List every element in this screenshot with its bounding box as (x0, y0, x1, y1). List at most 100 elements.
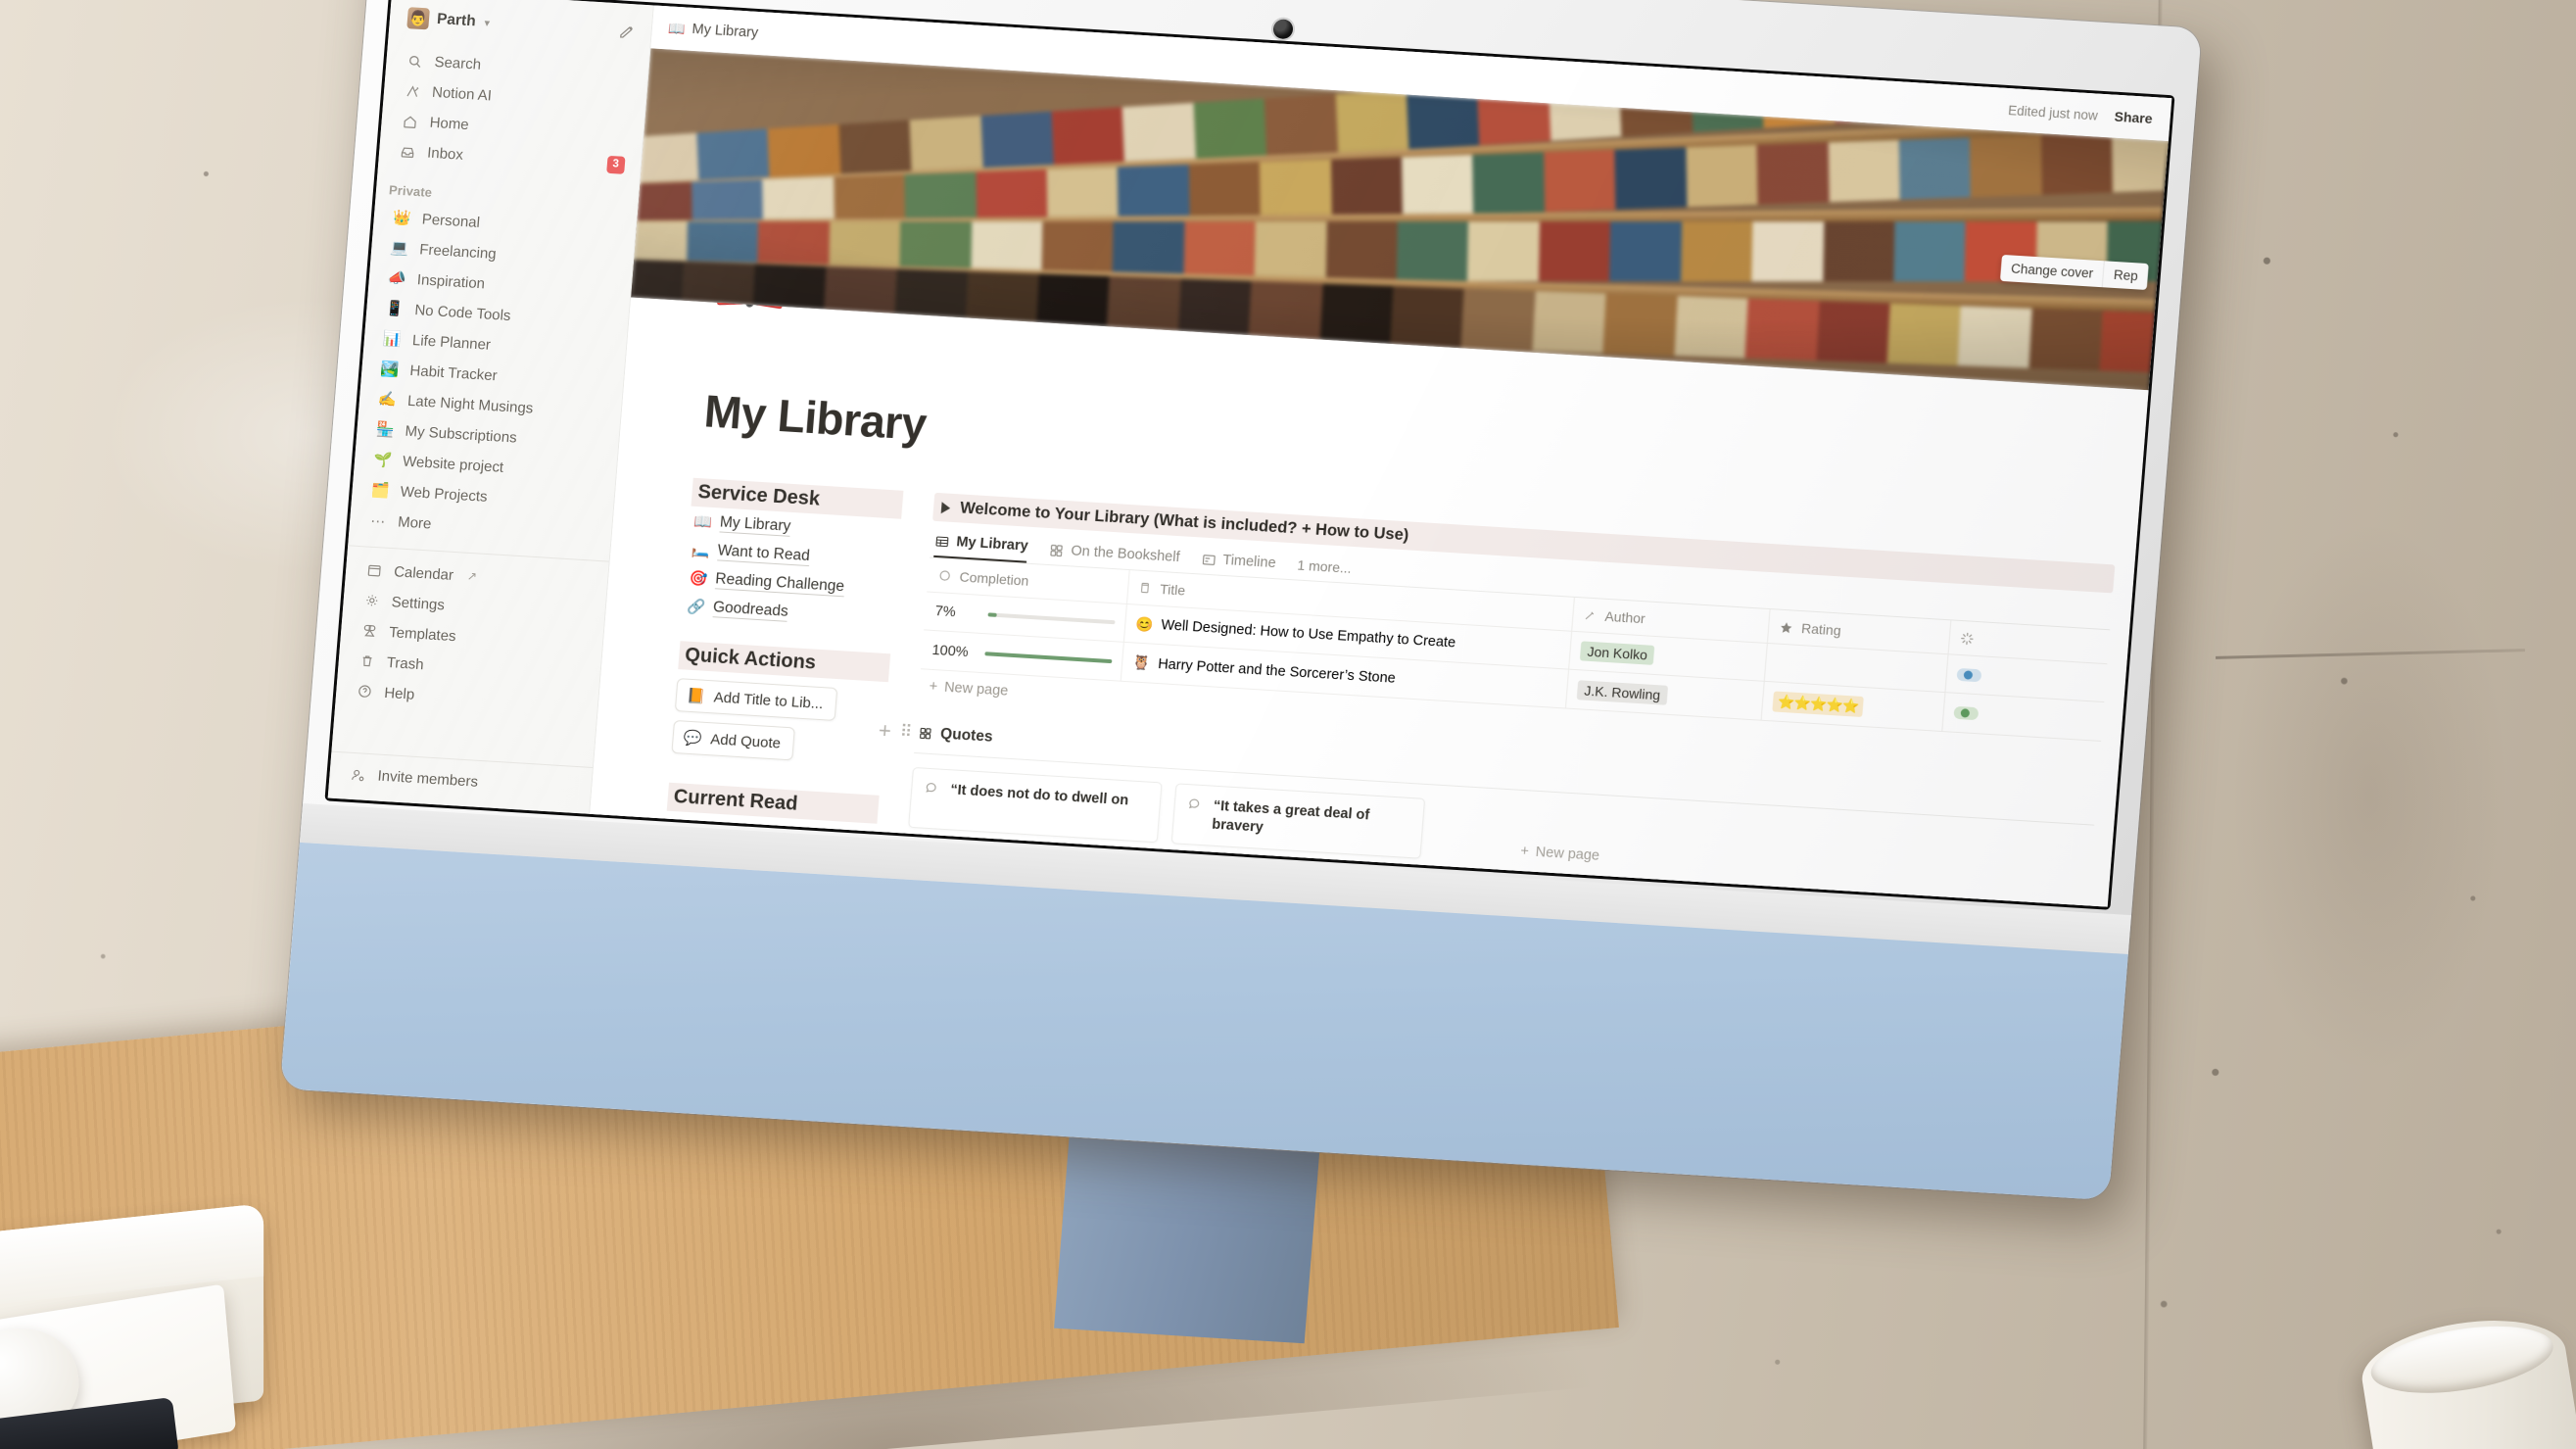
sidebar-item-label: No Code Tools (413, 301, 512, 324)
help-icon (355, 683, 374, 700)
invite-members-button[interactable]: Invite members (335, 759, 587, 802)
column-header-label: Completion (958, 568, 1029, 589)
landscape-emoji-icon: 🏞️ (380, 360, 401, 378)
comment-icon (924, 780, 942, 797)
laptop-emoji-icon: 💻 (389, 238, 409, 258)
plus-icon: + (928, 678, 938, 696)
breadcrumb[interactable]: 📖 My Library (667, 19, 759, 42)
quote-card[interactable]: “It takes a great deal of bravery (1170, 783, 1426, 859)
link-emoji-icon: 🔗 (686, 598, 706, 616)
sidebar-item-label: Personal (421, 210, 481, 231)
title-emoji-icon: 😊 (1134, 616, 1155, 634)
workspace-switcher[interactable]: 👨 Parth ▾ (395, 1, 646, 47)
imac-computer: 👨 Parth ▾ Search Notion AI Home Inbox 3 … (279, 0, 2203, 1344)
breadcrumb-label: My Library (691, 21, 759, 41)
seedling-emoji-icon: 🌱 (372, 451, 393, 469)
quote-text: “It does not do to dwell on (949, 782, 1129, 809)
sidebar-item-label: Notion AI (431, 83, 493, 105)
writing-hand-emoji-icon: ✍️ (377, 390, 398, 409)
author-tag: Jon Kolko (1579, 641, 1655, 665)
bed-emoji-icon: 🛏️ (691, 541, 711, 559)
button-label: Add Quote (709, 730, 782, 752)
username: Parth (436, 10, 477, 30)
sidebar-item-label: Home (429, 114, 470, 134)
progress-icon (937, 568, 952, 583)
sidebar-item-label: Web Projects (400, 483, 489, 506)
crown-emoji-icon: 👑 (392, 209, 412, 227)
calendar-icon (364, 561, 384, 578)
imac-body: 👨 Parth ▾ Search Notion AI Home Inbox 3 … (279, 0, 2203, 1201)
timeline-view-icon (1201, 552, 1216, 567)
share-button[interactable]: Share (2114, 109, 2153, 126)
title-text: Harry Potter and the Sorcerer’s Stone (1157, 655, 1397, 687)
sidebar-item-label: Website project (402, 453, 504, 476)
webcam (1272, 19, 1294, 40)
star-icon (1779, 619, 1794, 635)
chart-emoji-icon: 📊 (382, 329, 403, 348)
sidebar-item-label: Templates (388, 623, 457, 645)
quotes-title[interactable]: Quotes (918, 724, 993, 747)
store-emoji-icon: 🏪 (375, 420, 396, 439)
plus-icon[interactable]: + (878, 718, 892, 745)
button-label: Add Title to Lib... (713, 688, 824, 712)
sidebar-item-label: Calendar (393, 562, 454, 584)
speech-balloon-emoji-icon: 💬 (683, 729, 703, 748)
cell-status[interactable] (1942, 693, 2063, 738)
plus-icon: + (1519, 843, 1530, 860)
title-text: Well Designed: How to Use Empathy to Cre… (1160, 617, 1456, 652)
link-label: Goodreads (712, 599, 789, 622)
progress-bar (984, 651, 1113, 663)
new-page-label: New page (1535, 844, 1600, 864)
cell-status[interactable] (1945, 654, 2066, 699)
left-column: Service Desk 📖 My Library 🛏️ Want to Rea… (666, 477, 904, 826)
sidebar-item-label: Inbox (426, 144, 464, 165)
compose-icon[interactable] (618, 23, 636, 40)
imac-stand (1054, 1133, 1320, 1344)
author-tag: J.K. Rowling (1576, 679, 1668, 705)
orange-book-emoji-icon: 📙 (686, 687, 706, 705)
drag-handle-icon[interactable]: ⠿ (899, 722, 911, 743)
completion-value: 7% (934, 604, 957, 621)
home-icon (400, 113, 419, 129)
right-column: Welcome to Your Library (What is include… (878, 492, 2116, 899)
new-page-label: New page (943, 679, 1009, 700)
reposition-button[interactable]: Rep (2101, 261, 2149, 290)
sidebar-item-label: Habit Tracker (408, 362, 499, 384)
sidebar-item-label: Trash (386, 653, 425, 673)
sidebar-item-label: Help (383, 684, 415, 703)
column-header-label: Author (1603, 607, 1646, 627)
triangle-right-icon (940, 501, 951, 514)
gallery-view-icon (1049, 543, 1065, 558)
link-label: My Library (719, 513, 791, 537)
tab-timeline[interactable]: Timeline (1200, 552, 1276, 579)
column-header-label: Title (1159, 581, 1186, 599)
tab-label: On the Bookshelf (1070, 543, 1181, 566)
more-views-button[interactable]: 1 more... (1296, 557, 1352, 583)
search-icon (405, 53, 424, 70)
phone-emoji-icon: 📱 (385, 299, 405, 317)
loading-icon (1959, 630, 1975, 646)
status-badge (1956, 667, 1982, 682)
quote-card[interactable]: “It does not do to dwell on (908, 766, 1163, 843)
sidebar-item-label: Late Night Musings (406, 392, 534, 417)
inbox-badge: 3 (605, 155, 626, 174)
desk-scene: 👨 Parth ▾ Search Notion AI Home Inbox 3 … (0, 0, 2576, 1449)
ellipsis-icon: ⋯ (369, 512, 386, 531)
chevron-down-icon: ▾ (484, 17, 491, 29)
quotes-heading: Quotes (939, 725, 994, 746)
progress-bar (987, 612, 1116, 625)
status-badge (1953, 705, 1980, 721)
topbar-actions: Edited just now Share (2008, 102, 2153, 126)
completion-value: 100% (930, 642, 970, 660)
add-title-to-library-button[interactable]: 📙 Add Title to Lib... (674, 678, 838, 722)
link-label: Want to Read (716, 542, 811, 567)
screen: 👨 Parth ▾ Search Notion AI Home Inbox 3 … (327, 0, 2172, 907)
comment-icon (1186, 796, 1205, 812)
tab-label: My Library (955, 534, 1029, 555)
sidebar-item-label: Search (433, 53, 482, 73)
trash-icon (357, 652, 376, 669)
quotes-new-page-button[interactable]: + New page (1434, 799, 1688, 875)
book-icon: 📖 (667, 19, 687, 36)
sidebar-item-label: Invite members (376, 767, 479, 791)
gear-icon (361, 592, 381, 608)
